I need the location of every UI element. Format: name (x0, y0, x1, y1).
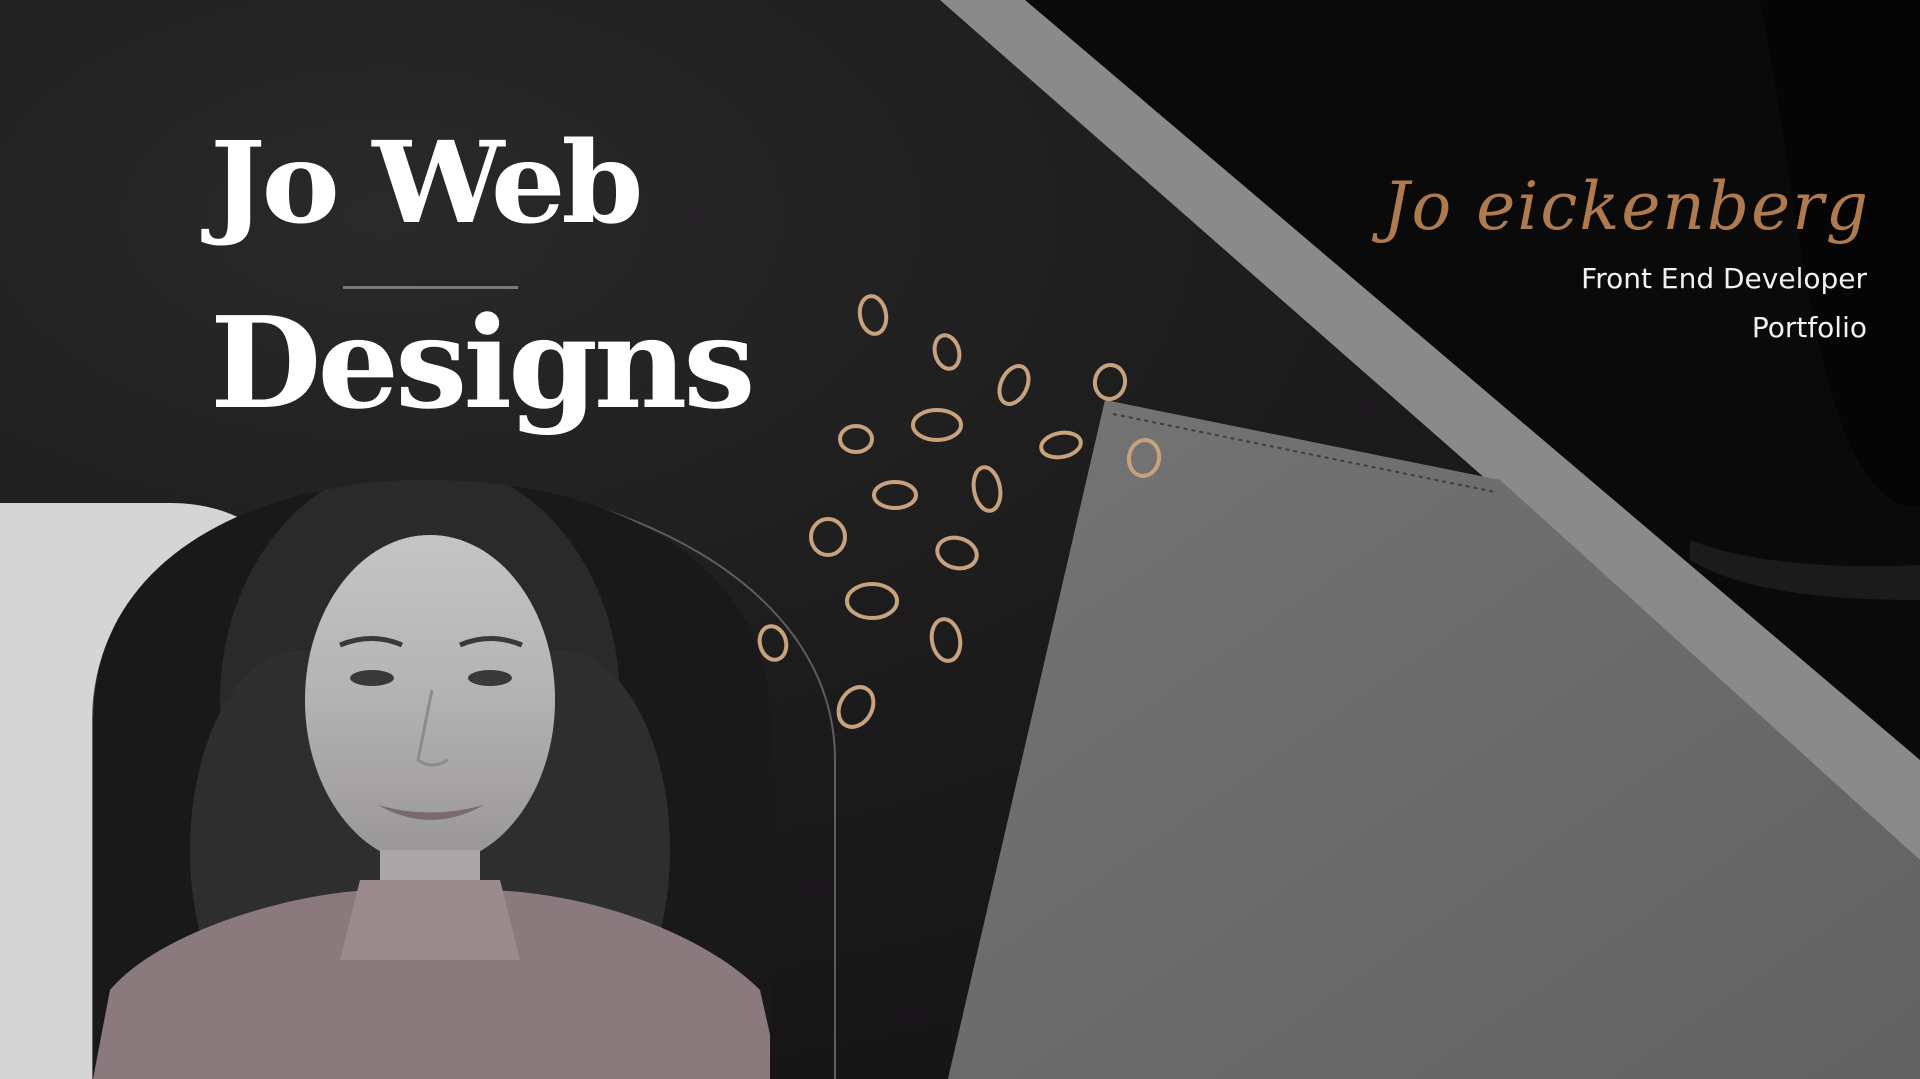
profile-subtitle: Portfolio (1751, 311, 1867, 344)
brand-title-line2: Designs (210, 289, 756, 437)
profile-role: Front End Developer (1581, 262, 1867, 295)
hero-banner: Jo Web Designs Jo eickenberg Front End D… (0, 0, 1920, 1079)
profile-name: Jo eickenberg (1383, 168, 1870, 245)
brand-title-line1: Jo Web (210, 118, 644, 249)
portrait-photo (93, 480, 770, 1079)
